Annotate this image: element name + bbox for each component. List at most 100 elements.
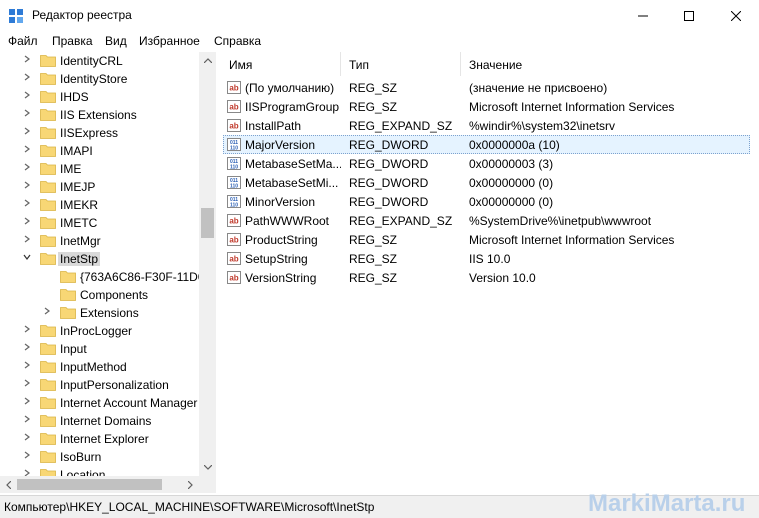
value-row[interactable]: 011 110 MajorVersion REG_DWORD 0x0000000a (1… xyxy=(221,135,759,154)
menu-favorites[interactable]: Избранное xyxy=(139,34,200,48)
tree-item[interactable]: IMEKR xyxy=(0,196,200,214)
value-row[interactable]: ab InstallPath REG_EXPAND_SZ %windir%\syste… xyxy=(221,116,759,135)
svg-text:ab: ab xyxy=(229,217,238,226)
tree-item[interactable]: Location xyxy=(0,466,200,476)
tree-item[interactable]: Input xyxy=(0,340,200,358)
column-header-type[interactable]: Тип xyxy=(341,52,461,76)
tree-item[interactable]: IHDS xyxy=(0,88,200,106)
tree-item[interactable]: Internet Explorer xyxy=(0,430,200,448)
column-header-name[interactable]: Имя xyxy=(221,52,341,76)
value-row[interactable]: ab PathWWWRoot REG_EXPAND_SZ %SystemDrive%\… xyxy=(221,211,759,230)
tree-item[interactable]: InputPersonalization xyxy=(0,376,200,394)
tree-expand-icon[interactable] xyxy=(22,433,32,445)
tree-expand-icon[interactable] xyxy=(22,361,32,373)
tree-item-label: IMEJP xyxy=(60,180,96,194)
value-type: REG_SZ xyxy=(349,81,398,95)
value-name: ProductString xyxy=(245,233,318,247)
tree-expand-icon[interactable] xyxy=(22,127,32,139)
tree-expand-icon[interactable] xyxy=(22,235,32,247)
tree-expand-icon[interactable] xyxy=(22,91,32,103)
tree-expand-icon[interactable] xyxy=(22,397,32,409)
tree-expand-icon[interactable] xyxy=(22,109,32,121)
tree-item[interactable]: Internet Account Manager xyxy=(0,394,200,412)
tree-expand-icon[interactable] xyxy=(22,469,32,476)
dword-value-icon: 011110 xyxy=(227,176,241,189)
tree-item[interactable]: IdentityStore xyxy=(0,70,200,88)
value-row[interactable]: ab ProductString REG_SZ Microsoft Internet … xyxy=(221,230,759,249)
tree-horizontal-scrollbar[interactable] xyxy=(0,476,216,493)
menu-edit[interactable]: Правка xyxy=(52,34,93,48)
scroll-down-button[interactable] xyxy=(199,459,216,476)
maximize-button[interactable] xyxy=(666,0,712,31)
tree-item[interactable]: IsoBurn xyxy=(0,448,200,466)
chevron-down-icon xyxy=(203,465,212,470)
tree-expand-icon[interactable] xyxy=(22,379,32,391)
tree-item-label: IdentityCRL xyxy=(60,54,123,68)
chevron-right-icon xyxy=(188,480,193,489)
menu-file[interactable]: Файл xyxy=(8,34,38,48)
column-header-data[interactable]: Значение xyxy=(461,52,759,76)
tree-item[interactable]: InProcLogger xyxy=(0,322,200,340)
svg-text:ab: ab xyxy=(229,103,238,112)
tree-item[interactable]: InetMgr xyxy=(0,232,200,250)
tree-expand-icon[interactable] xyxy=(22,415,32,427)
tree-expand-icon[interactable] xyxy=(22,55,32,67)
value-row[interactable]: ab IISProgramGroup REG_SZ Microsoft Interne… xyxy=(221,97,759,116)
tree-item[interactable]: Components xyxy=(0,286,200,304)
tree-item[interactable]: IMAPI xyxy=(0,142,200,160)
tree-item[interactable]: IME xyxy=(0,160,200,178)
value-row[interactable]: 011 110 MetabaseSetMa... REG_DWORD 0x0000000… xyxy=(221,154,759,173)
value-row[interactable]: ab SetupString REG_SZ IIS 10.0 xyxy=(221,249,759,268)
tree-item[interactable]: IISExpress xyxy=(0,124,200,142)
tree-expand-icon[interactable] xyxy=(22,343,32,355)
maximize-icon xyxy=(684,10,694,21)
horizontal-scroll-thumb[interactable] xyxy=(17,479,162,490)
tree-expand-icon[interactable] xyxy=(22,325,32,337)
value-type: REG_SZ xyxy=(349,252,398,266)
column-name-label: Имя xyxy=(229,58,253,72)
tree-item[interactable]: InputMethod xyxy=(0,358,200,376)
menu-view[interactable]: Вид xyxy=(105,34,127,48)
menu-help[interactable]: Справка xyxy=(214,34,261,48)
tree-expand-icon[interactable] xyxy=(22,451,32,463)
value-row[interactable]: 011 110 MinorVersion REG_DWORD 0x00000000 (0… xyxy=(221,192,759,211)
menu-bar: Файл Правка Вид Избранное Справка xyxy=(0,31,759,51)
scroll-left-button[interactable] xyxy=(0,476,17,493)
tree-expand-icon[interactable] xyxy=(22,145,32,157)
scroll-up-button[interactable] xyxy=(199,52,216,69)
folder-icon xyxy=(60,271,76,283)
value-row[interactable]: ab (По умолчанию) REG_SZ (значение не присв… xyxy=(221,78,759,97)
tree-expand-icon[interactable] xyxy=(42,307,52,319)
value-data: Microsoft Internet Information Services xyxy=(469,233,675,247)
tree-item[interactable]: {763A6C86-F30F-11D0- xyxy=(0,268,209,286)
tree-item[interactable]: Extensions xyxy=(0,304,200,322)
close-button[interactable] xyxy=(713,0,759,31)
tree-item[interactable]: IMEJP xyxy=(0,178,200,196)
string-value-icon: ab xyxy=(227,214,241,227)
tree-item[interactable]: IMETC xyxy=(0,214,200,232)
scroll-thumb[interactable] xyxy=(201,208,214,238)
folder-icon xyxy=(40,433,56,445)
svg-text:ab: ab xyxy=(229,236,238,245)
string-value-icon: ab xyxy=(227,233,241,246)
tree-item[interactable]: IIS Extensions xyxy=(0,106,200,124)
svg-text:110: 110 xyxy=(230,165,238,171)
registry-tree[interactable]: IdentityCRL IdentityStore IHDS IIS Extensio… xyxy=(0,52,216,476)
tree-expand-icon[interactable] xyxy=(22,217,32,229)
tree-expand-icon[interactable] xyxy=(22,163,32,175)
tree-item[interactable]: InetStp xyxy=(0,250,200,268)
tree-expand-icon[interactable] xyxy=(22,73,32,85)
tree-expand-icon[interactable] xyxy=(22,181,32,193)
tree-item[interactable]: IdentityCRL xyxy=(0,52,200,70)
value-data: Microsoft Internet Information Services xyxy=(469,100,675,114)
tree-item[interactable]: Internet Domains xyxy=(0,412,200,430)
value-row[interactable]: ab VersionString REG_SZ Version 10.0 xyxy=(221,268,759,287)
scroll-right-button[interactable] xyxy=(182,476,199,493)
tree-vertical-scrollbar[interactable] xyxy=(199,52,216,476)
minimize-button[interactable] xyxy=(620,0,666,31)
value-row[interactable]: 011 110 MetabaseSetMi... REG_DWORD 0x0000000… xyxy=(221,173,759,192)
minimize-icon xyxy=(638,15,648,16)
values-list[interactable]: Имя Тип Значение ab (По умолчанию) REG_SZ (… xyxy=(221,52,759,493)
tree-collapse-icon[interactable] xyxy=(22,253,32,265)
tree-expand-icon[interactable] xyxy=(22,199,32,211)
